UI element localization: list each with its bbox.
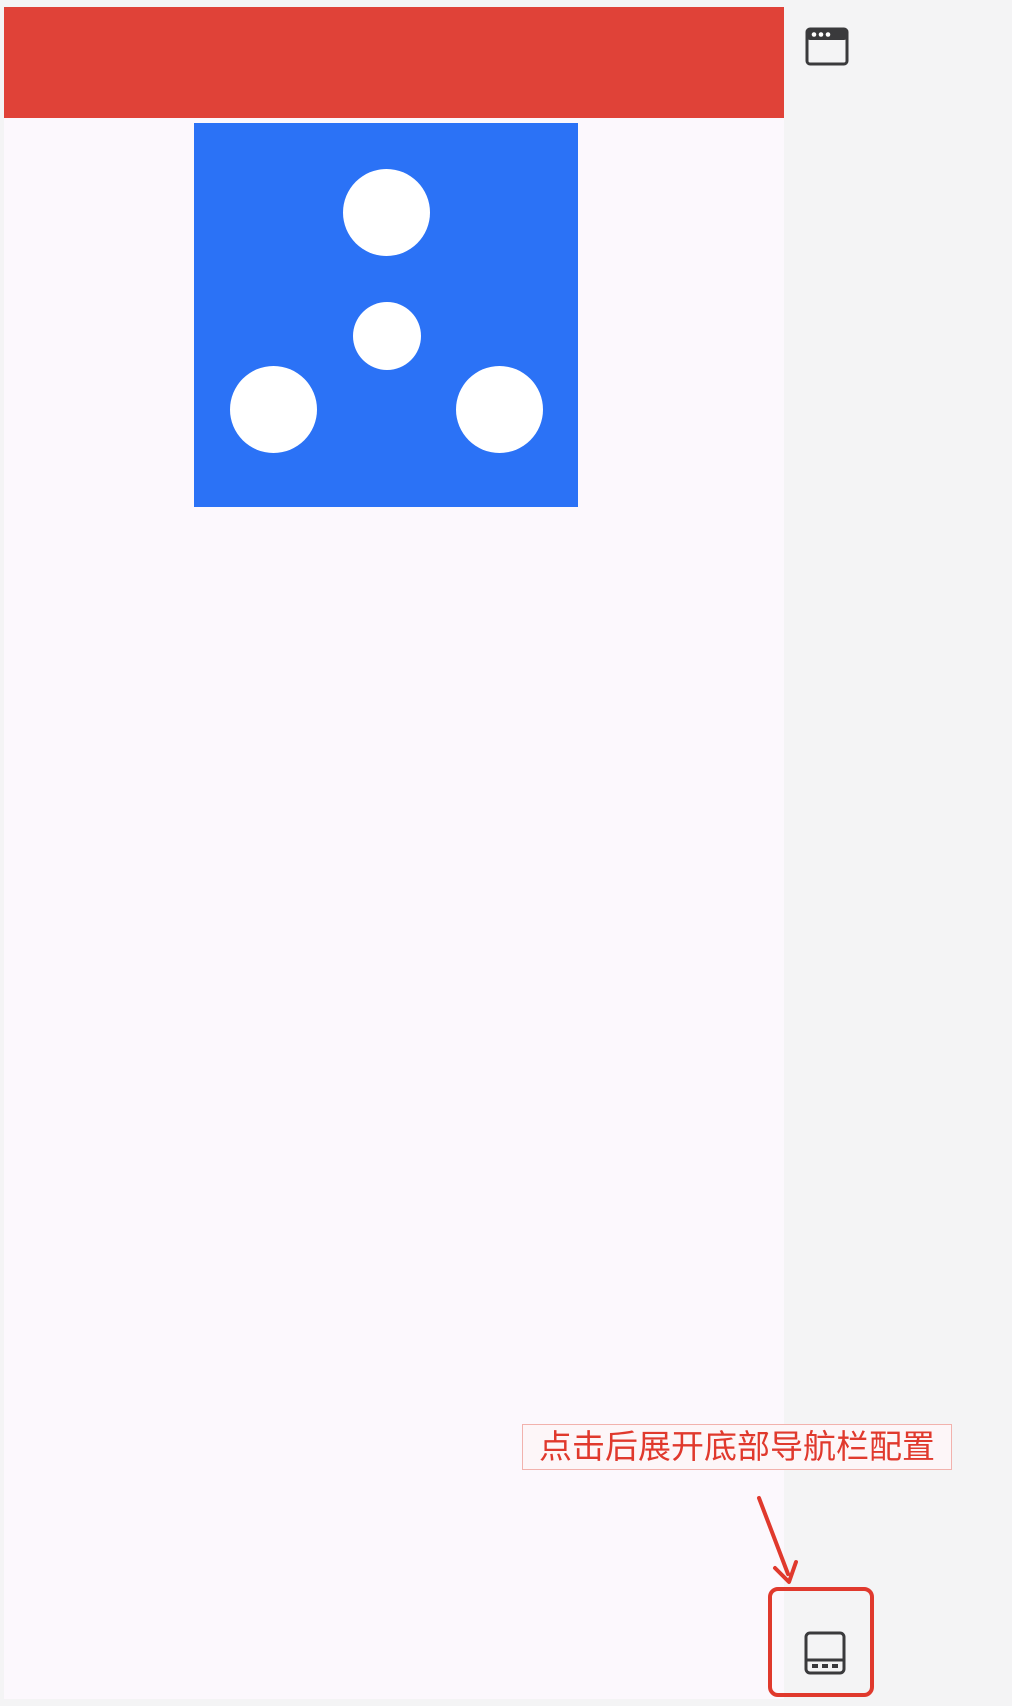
- browser-window-button[interactable]: [805, 27, 849, 67]
- logo-image[interactable]: [194, 123, 578, 507]
- header-bar[interactable]: [4, 7, 784, 118]
- logo-dot-top: [343, 169, 430, 256]
- logo-dot-center: [353, 302, 421, 370]
- annotation-highlight-box: [768, 1587, 874, 1697]
- annotation-label: 点击后展开底部导航栏配置: [522, 1424, 952, 1470]
- logo-dot-left: [230, 366, 317, 453]
- annotation-arrow-icon: [757, 1496, 798, 1584]
- browser-window-icon: [805, 27, 849, 66]
- logo-dot-right: [456, 366, 543, 453]
